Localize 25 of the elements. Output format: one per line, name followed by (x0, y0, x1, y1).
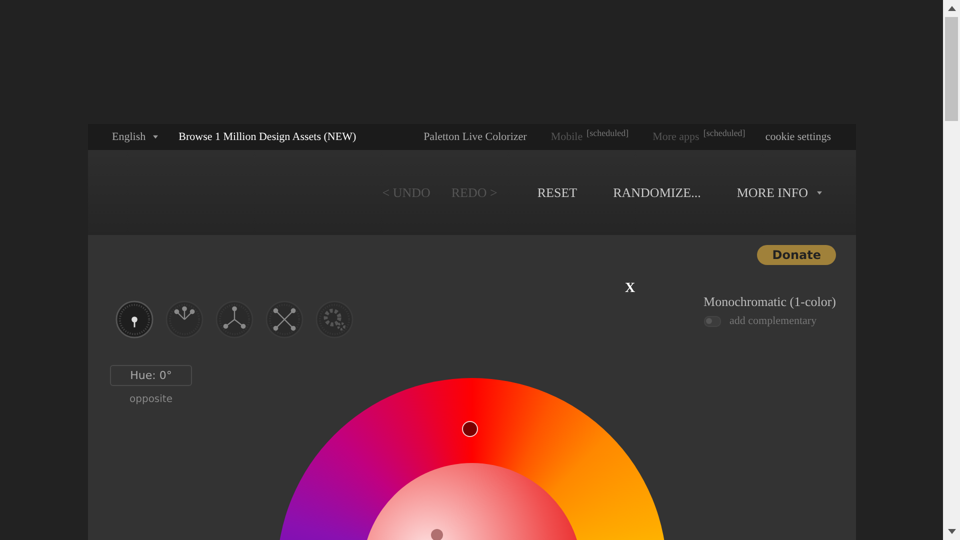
dial-icon[interactable] (115, 300, 154, 339)
donate-button[interactable]: Donate (757, 245, 836, 265)
scrollbar[interactable] (943, 0, 960, 540)
caret-icon (152, 135, 158, 139)
scheduled-label: [scheduled] (703, 128, 746, 138)
toolbar-button[interactable]: RESET (537, 180, 578, 204)
nav-link[interactable]: cookie settings (765, 131, 831, 143)
dial-icon[interactable] (215, 300, 254, 339)
hue-note: opposite (130, 394, 172, 405)
hue-field[interactable]: Hue: 0° (110, 365, 192, 386)
toolbar-button[interactable]: MORE INFO (736, 180, 822, 204)
scrollbar-thumb[interactable] (945, 17, 958, 121)
close-button[interactable]: X (625, 281, 636, 297)
dial-icon[interactable] (265, 300, 304, 339)
scheduled-label: [scheduled] (586, 128, 629, 138)
language-dropdown[interactable]: English (112, 131, 158, 143)
scheme-title: Monochromatic (1-color) (704, 294, 836, 310)
nav-link[interactable]: Paletton Live Colorizer (424, 131, 527, 143)
complementary-toggle[interactable] (704, 316, 721, 326)
scroll-up-icon[interactable] (948, 6, 956, 11)
dial-icon[interactable] (165, 300, 204, 339)
toolbar-button[interactable]: RANDOMIZE... (613, 180, 701, 204)
scroll-down-icon[interactable] (948, 529, 956, 534)
toggle-label: add complementary (730, 315, 817, 327)
nav-link[interactable]: Browse 1 Million Design Assets (NEW) (178, 131, 356, 143)
